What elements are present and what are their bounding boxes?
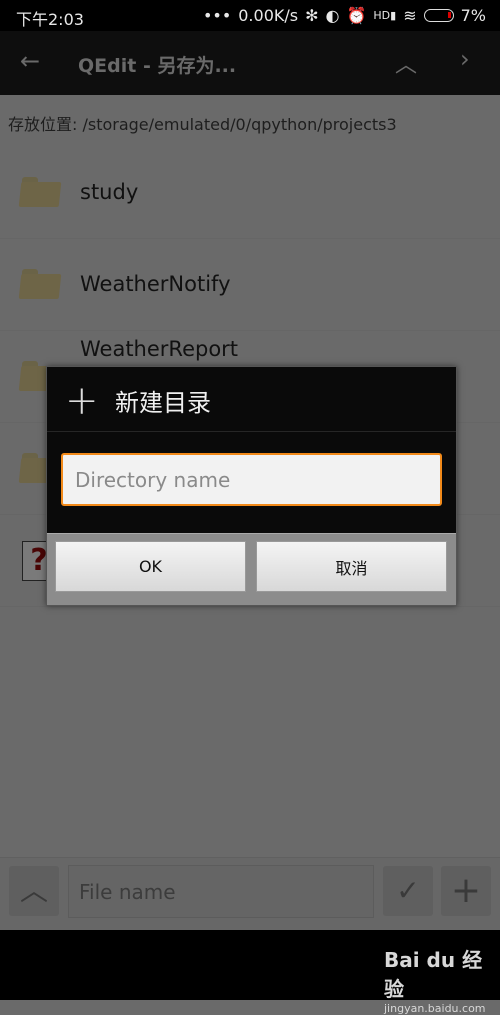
file-name: WeatherNotify: [80, 272, 231, 296]
new-directory-dialog: + 新建目录 OK 取消: [46, 366, 457, 606]
check-icon[interactable]: ✓: [383, 866, 433, 916]
divider: [47, 431, 456, 432]
ok-button[interactable]: OK: [55, 541, 246, 592]
bluetooth-icon: ✻: [305, 6, 319, 25]
file-name-input[interactable]: [68, 865, 374, 918]
toggle-icon: ◐: [325, 6, 340, 25]
wifi-icon: ≋: [403, 6, 417, 25]
dialog-button-bar: OK 取消: [47, 533, 456, 605]
signal-icon: HD▮: [373, 9, 397, 22]
page-title: QEdit - 另存为...: [78, 55, 237, 77]
network-type: HD: [373, 9, 391, 22]
directory-name-input[interactable]: [61, 453, 442, 506]
chevron-up-icon[interactable]: ︿: [9, 866, 59, 916]
list-item[interactable]: WeatherNotify: [0, 239, 500, 331]
toolbar: ← QEdit - 另存为... ︿ ›: [0, 31, 500, 95]
chevron-right-icon[interactable]: ›: [460, 45, 470, 73]
dots-icon: •••: [202, 6, 232, 25]
folder-icon: [18, 177, 62, 207]
plus-icon: +: [65, 378, 99, 424]
bottom-bar: ︿ ✓ +: [0, 857, 500, 930]
clock: 下午2:03: [16, 10, 84, 29]
network-speed: 0.00K/s: [238, 6, 299, 25]
alarm-icon: ⏰: [346, 6, 367, 25]
cancel-button[interactable]: 取消: [256, 541, 447, 592]
baidu-watermark: Bai du 经验 jingyan.baidu.com: [384, 944, 500, 1015]
location-path: 存放位置: /storage/emulated/0/qpython/projec…: [8, 115, 397, 134]
arrow-left-icon[interactable]: ←: [20, 47, 40, 75]
chevron-up-icon[interactable]: ︿: [395, 47, 417, 79]
battery-icon: [423, 9, 454, 22]
watermark-url: jingyan.baidu.com: [384, 1002, 486, 1015]
battery-level: 7%: [460, 6, 486, 25]
status-bar: 下午2:03 ••• 0.00K/s ✻ ◐ ⏰ HD▮ ≋ 7%: [0, 0, 500, 31]
folder-icon: [18, 269, 62, 299]
plus-icon[interactable]: +: [441, 866, 491, 916]
list-item[interactable]: study: [0, 147, 500, 239]
file-name: study: [80, 180, 139, 204]
watermark-logo: Bai du 经验: [384, 948, 483, 1001]
dialog-title: 新建目录: [115, 389, 211, 417]
file-name: WeatherReport: [80, 337, 239, 361]
